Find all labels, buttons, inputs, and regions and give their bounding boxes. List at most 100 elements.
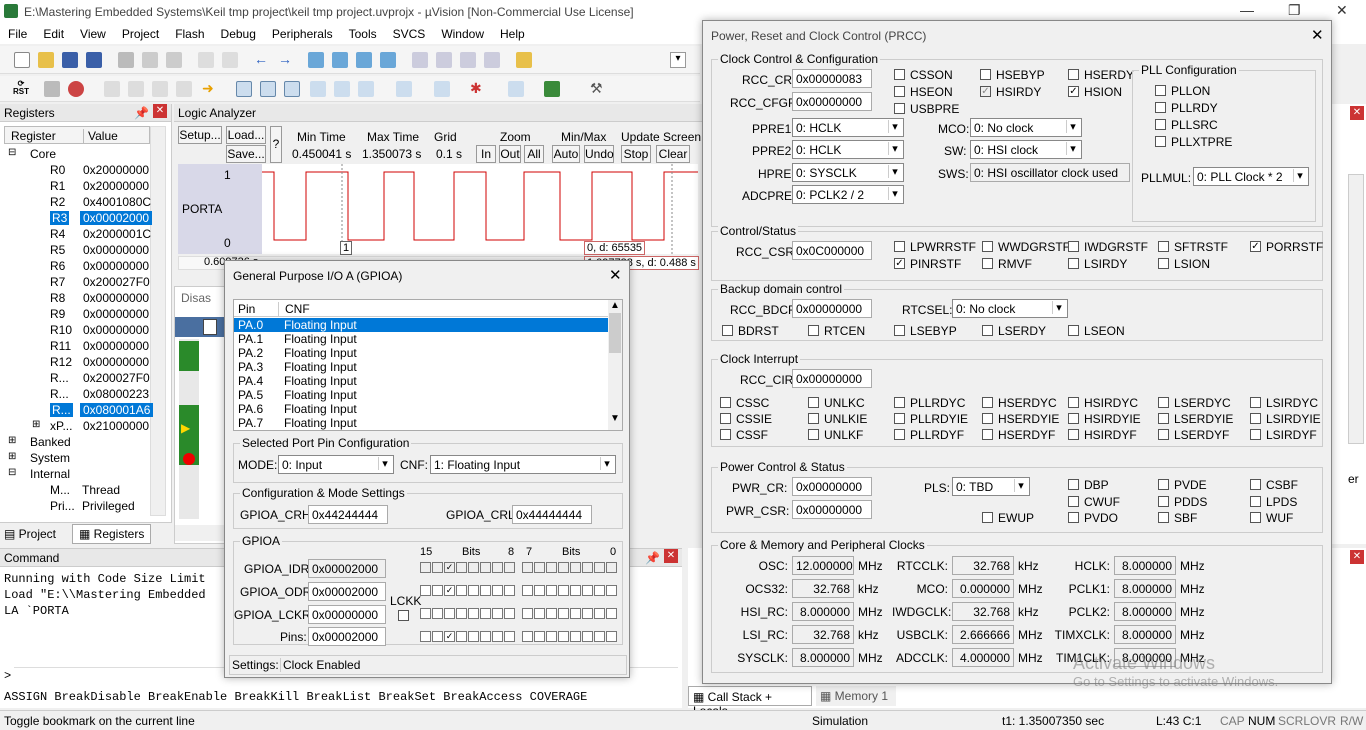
pvdo-checkbox[interactable] xyxy=(1068,512,1079,523)
load-button[interactable]: Load... xyxy=(226,126,266,144)
table-row[interactable]: R10 0x00000000 xyxy=(4,322,150,338)
expand-icon[interactable]: ⊟ xyxy=(8,147,16,158)
find-combo[interactable]: ▾ xyxy=(670,52,686,68)
close-icon[interactable]: ✕ xyxy=(1336,2,1348,19)
table-row[interactable]: PA.0 Floating Input xyxy=(234,318,608,332)
disassembly-tab[interactable]: Disas xyxy=(181,291,211,305)
wuf-checkbox[interactable] xyxy=(1250,512,1261,523)
scrollbar[interactable] xyxy=(1348,174,1364,444)
memory-window-icon[interactable] xyxy=(396,81,412,97)
table-row[interactable]: R4 0x2000001C xyxy=(4,226,151,242)
bit-checkbox[interactable] xyxy=(420,585,431,596)
table-row[interactable]: R... 0x08000223 xyxy=(4,386,150,402)
bit-checkbox[interactable] xyxy=(456,608,467,619)
crh-field[interactable]: 0x44244444 xyxy=(308,505,388,524)
bit-checkbox[interactable] xyxy=(504,631,515,642)
tree-core[interactable]: ⊟ Core xyxy=(4,146,150,162)
cwuf-checkbox[interactable] xyxy=(1068,496,1079,507)
show-next-statement-icon[interactable]: ➜ xyxy=(202,81,218,97)
table-row[interactable]: R0 0x20000000 xyxy=(4,162,150,178)
pllrdyie-checkbox[interactable] xyxy=(894,413,905,424)
symbols-window-icon[interactable] xyxy=(284,81,300,97)
comment-icon[interactable] xyxy=(460,52,476,68)
table-row[interactable]: R7 0x200027F0 xyxy=(4,274,150,290)
table-row[interactable]: PA.4 Floating Input xyxy=(234,374,608,388)
step-out-icon[interactable] xyxy=(152,81,168,97)
pllrdy-checkbox[interactable] xyxy=(1155,102,1166,113)
bit-checkbox[interactable] xyxy=(558,608,569,619)
table-row[interactable]: PA.3 Floating Input xyxy=(234,360,608,374)
lsirdyf-checkbox[interactable] xyxy=(1250,429,1261,440)
table-row[interactable]: PA.7 Floating Input xyxy=(234,416,608,430)
disassembly-window-icon[interactable] xyxy=(260,81,276,97)
lpds-checkbox[interactable] xyxy=(1250,496,1261,507)
hsion-checkbox[interactable]: ✓ xyxy=(1068,86,1079,97)
bookmark-clear-icon[interactable] xyxy=(380,52,396,68)
pllsrc-checkbox[interactable] xyxy=(1155,119,1166,130)
bit-checkbox[interactable] xyxy=(582,608,593,619)
rmvf-checkbox[interactable] xyxy=(982,258,993,269)
tree-system[interactable]: ⊞ System xyxy=(4,450,150,466)
cnf-select[interactable]: 1: Floating Input xyxy=(430,455,616,474)
menu-flash[interactable]: Flash xyxy=(167,24,212,44)
scroll-thumb[interactable] xyxy=(609,313,621,353)
bit-checkbox[interactable] xyxy=(534,585,545,596)
bit-checkbox[interactable] xyxy=(582,631,593,642)
bit-checkbox[interactable] xyxy=(594,608,605,619)
pvde-checkbox[interactable] xyxy=(1158,479,1169,490)
lserdyf-checkbox[interactable] xyxy=(1158,429,1169,440)
lpwrrstf-checkbox[interactable] xyxy=(894,241,905,252)
csson-checkbox[interactable] xyxy=(894,69,905,80)
bit-checkbox[interactable] xyxy=(504,585,515,596)
cssie-checkbox[interactable] xyxy=(720,413,731,424)
bit-checkbox[interactable] xyxy=(432,585,443,596)
wwdgrstf-checkbox[interactable] xyxy=(982,241,993,252)
system-viewer-icon[interactable] xyxy=(544,81,560,97)
pllmul-select[interactable]: 0: PLL Clock * 2 xyxy=(1193,167,1309,186)
paste-icon[interactable] xyxy=(166,52,182,68)
maximize-icon[interactable]: ❐ xyxy=(1288,2,1301,19)
lsirdyc-checkbox[interactable] xyxy=(1250,397,1261,408)
col-register[interactable]: Register xyxy=(11,129,56,143)
rcc-cr-field[interactable]: 0x00000083 xyxy=(792,69,872,88)
bit-checkbox[interactable] xyxy=(606,585,617,596)
waveform-area[interactable]: 1 0, d: 65535 xyxy=(262,164,698,255)
bit-checkbox[interactable] xyxy=(468,608,479,619)
hseon-checkbox[interactable] xyxy=(894,86,905,97)
memory-tab[interactable]: ▦ Memory 1 xyxy=(816,686,896,706)
run-icon[interactable] xyxy=(44,81,60,97)
bit-checkbox[interactable] xyxy=(468,585,479,596)
nav-forward-icon[interactable]: → xyxy=(278,52,294,68)
reset-icon[interactable]: ⟳ RST xyxy=(10,80,32,98)
bit-checkbox[interactable] xyxy=(522,631,533,642)
setup-button[interactable]: Setup... xyxy=(178,126,222,144)
analysis-window-icon[interactable]: ✱ xyxy=(470,81,486,97)
find-in-files-icon[interactable] xyxy=(516,52,532,68)
step-over-icon[interactable] xyxy=(128,81,144,97)
serial-window-icon[interactable] xyxy=(434,81,450,97)
pllrdyc-checkbox[interactable] xyxy=(894,397,905,408)
bit-checkbox[interactable] xyxy=(420,608,431,619)
rcc-csr-field[interactable]: 0x0C000000 xyxy=(792,241,872,260)
signal-porta[interactable]: PORTA xyxy=(182,202,222,216)
breakpoint-icon[interactable] xyxy=(183,453,195,465)
pins-field[interactable]: 0x00002000 xyxy=(308,627,386,646)
table-row[interactable]: R3 0x00002000 xyxy=(4,210,153,226)
bit-checkbox[interactable] xyxy=(546,608,557,619)
bit-checkbox[interactable] xyxy=(504,608,515,619)
sbf-checkbox[interactable] xyxy=(1158,512,1169,523)
bit-checkbox[interactable] xyxy=(570,608,581,619)
adcpre-select[interactable]: 0: PCLK2 / 2 xyxy=(792,185,904,204)
col-value[interactable]: Value xyxy=(83,129,118,143)
new-file-icon[interactable] xyxy=(14,52,30,68)
zoom-out-button[interactable]: Out xyxy=(499,145,521,163)
clear-button[interactable]: Clear xyxy=(656,145,690,163)
close-icon[interactable]: ✕ xyxy=(609,266,622,284)
step-into-icon[interactable] xyxy=(104,81,120,97)
bit-checkbox[interactable] xyxy=(456,585,467,596)
menu-tools[interactable]: Tools xyxy=(341,24,385,44)
rtcsel-select[interactable]: 0: No clock xyxy=(952,299,1068,318)
bit-checkbox[interactable] xyxy=(546,585,557,596)
tree-banked[interactable]: ⊞ Banked xyxy=(4,434,150,450)
close-icon[interactable]: ✕ xyxy=(1350,550,1364,564)
